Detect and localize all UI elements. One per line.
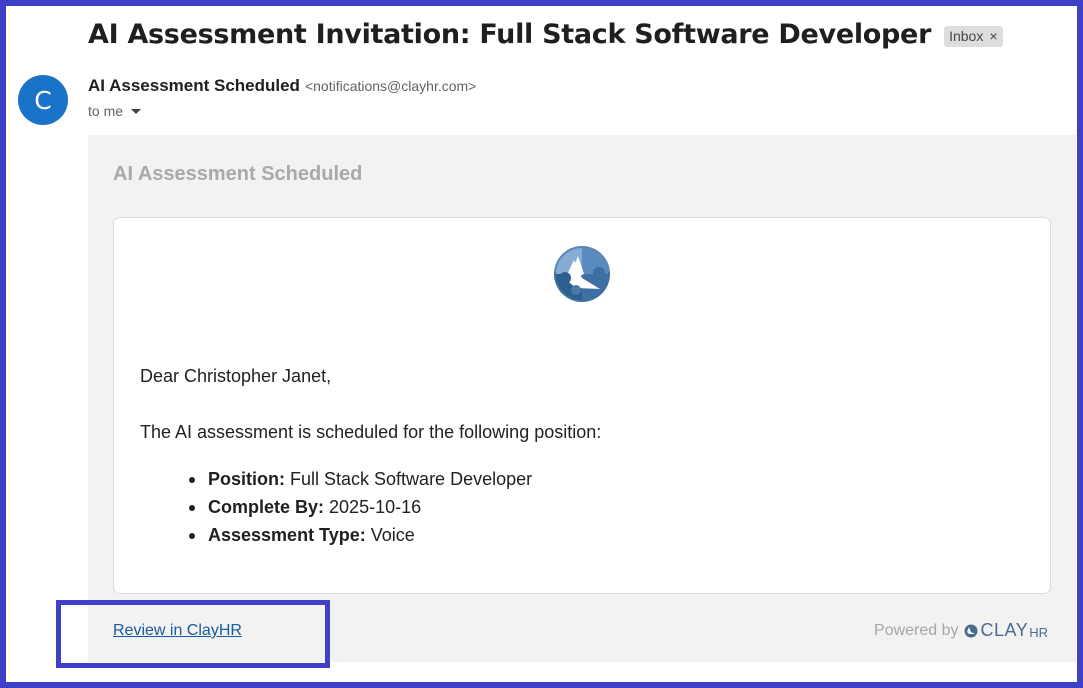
clayhr-mini-logo-icon bbox=[964, 624, 978, 637]
intro-text: The AI assessment is scheduled for the f… bbox=[140, 422, 602, 442]
review-link-highlight bbox=[56, 600, 330, 668]
body-heading: AI Assessment Scheduled bbox=[113, 163, 363, 185]
message-card: Dear Christopher Janet, The AI assessmen… bbox=[113, 217, 1051, 594]
sender-name[interactable]: AI Assessment Scheduled bbox=[88, 76, 300, 96]
subject-row: AI Assessment Invitation: Full Stack Sof… bbox=[88, 14, 1003, 54]
inbox-label[interactable]: Inbox × bbox=[944, 25, 1003, 47]
detail-value-assessment-type: Voice bbox=[370, 525, 415, 545]
inbox-label-text: Inbox bbox=[949, 27, 984, 44]
details-list: Position: Full Stack Software Developer … bbox=[188, 467, 533, 551]
powered-by: Powered by CLAY HR bbox=[874, 620, 1048, 641]
email-body: AI Assessment Scheduled Dear Christopher… bbox=[88, 135, 1076, 662]
clayhr-brand[interactable]: CLAY HR bbox=[964, 620, 1048, 641]
brand-hr-text: HR bbox=[1029, 624, 1048, 640]
sender-row: AI Assessment Scheduled <notifications@c… bbox=[88, 76, 476, 96]
list-item: Complete By: 2025-10-16 bbox=[188, 495, 532, 523]
brand-clay-text: CLAY bbox=[980, 620, 1029, 640]
close-icon[interactable]: × bbox=[989, 28, 997, 44]
detail-value-position: Full Stack Software Developer bbox=[290, 469, 533, 489]
detail-label-assessment-type: Assessment Type: bbox=[208, 525, 366, 545]
dropdown-caret-icon[interactable] bbox=[131, 108, 142, 114]
detail-label-complete-by: Complete By: bbox=[208, 497, 325, 517]
greeting-text: Dear Christopher Janet, bbox=[140, 366, 332, 386]
recipient-label: to me bbox=[88, 103, 124, 119]
powered-by-text: Powered by bbox=[874, 621, 959, 639]
email-subject: AI Assessment Invitation: Full Stack Sof… bbox=[88, 18, 932, 50]
clayhr-logo-icon bbox=[554, 246, 610, 302]
list-item: Assessment Type: Voice bbox=[188, 523, 532, 551]
recipient-row[interactable]: to me bbox=[88, 103, 142, 119]
list-item: Position: Full Stack Software Developer bbox=[188, 467, 533, 495]
detail-value-complete-by: 2025-10-16 bbox=[329, 497, 422, 517]
avatar[interactable]: C bbox=[18, 75, 68, 125]
sender-email: <notifications@clayhr.com> bbox=[304, 78, 477, 94]
detail-label-position: Position: bbox=[208, 469, 285, 489]
